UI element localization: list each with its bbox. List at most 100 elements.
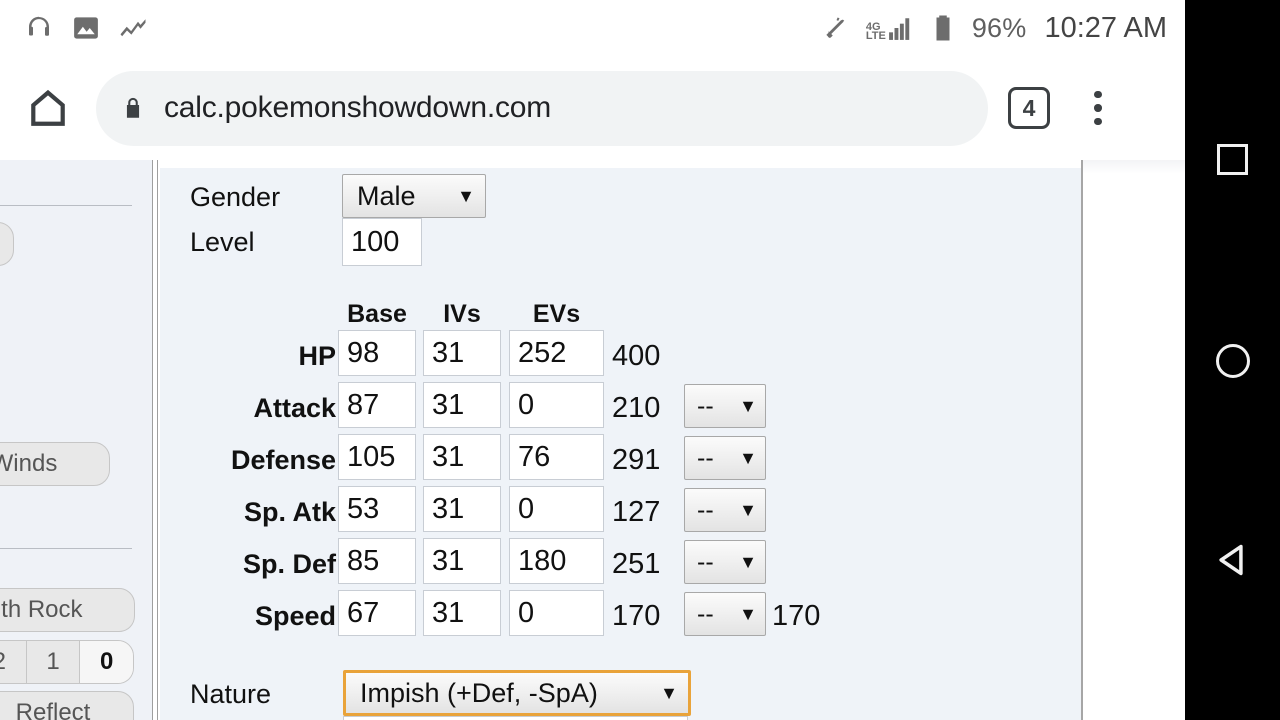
panel-scrollbar[interactable] — [152, 160, 158, 720]
stat-boost-speed-value: -- — [697, 599, 714, 628]
stat-label-speed: Speed — [254, 601, 336, 631]
circle-home-icon[interactable] — [1185, 313, 1280, 408]
pokemon-stats-panel: Type Steel Flying Gender Male ▼ Level 10… — [160, 160, 1081, 720]
signal-4g-lte-icon: 4G LTE — [865, 15, 914, 42]
sidebar-chip-stealth-rock[interactable]: alth Rock — [0, 588, 135, 632]
field-sidebar: Winds alth Rock 2 1 0 Reflect Protect ee… — [0, 160, 152, 720]
stat-ev-sp-def[interactable]: 180 — [509, 538, 604, 584]
stat-boost-speed[interactable]: -- ▼ — [684, 592, 766, 636]
nature-value: Impish (+Def, -SpA) — [360, 677, 598, 708]
stat-base-speed[interactable]: 67 — [338, 590, 416, 636]
stat-label-hp: HP — [298, 341, 336, 371]
stat-ev-speed-value: 0 — [518, 596, 535, 629]
stat-ev-defense-value: 76 — [518, 440, 551, 473]
phone-screen: 4G LTE 96% 10:27 AM calc.pokemonshowdown… — [0, 0, 1185, 720]
screens-option-0[interactable]: 0 — [79, 641, 133, 683]
home-icon[interactable] — [20, 80, 76, 136]
sidebar-chip-partial[interactable] — [0, 222, 14, 266]
stat-iv-attack[interactable]: 31 — [423, 382, 501, 428]
stat-ev-sp-atk-value: 0 — [518, 492, 535, 525]
stat-base-sp-atk[interactable]: 53 — [338, 486, 416, 532]
stat-iv-sp-def-value: 31 — [432, 544, 465, 577]
stat-ev-hp[interactable]: 252 — [509, 330, 604, 376]
stat-base-sp-def-value: 85 — [347, 544, 380, 577]
tab-counter-button[interactable]: 4 — [1008, 87, 1050, 129]
status-bar-right-icons: 4G LTE 96% 10:27 AM — [822, 12, 1185, 45]
level-row-label: Level — [190, 227, 255, 257]
sidebar-chip-tailwinds[interactable]: Winds — [0, 442, 110, 486]
stat-total-defense: 291 — [612, 444, 661, 476]
stat-ev-speed[interactable]: 0 — [509, 590, 604, 636]
chevron-down-icon: ▼ — [739, 499, 757, 520]
stat-final-speed: 170 — [772, 600, 821, 632]
trending-chart-icon — [118, 13, 148, 43]
sidebar-chip-reflect[interactable]: Reflect — [0, 691, 134, 720]
stat-iv-sp-def[interactable]: 31 — [423, 538, 501, 584]
stat-label-attack: Attack — [253, 393, 336, 423]
stat-ev-sp-atk[interactable]: 0 — [509, 486, 604, 532]
stat-base-hp[interactable]: 98 — [338, 330, 416, 376]
screens-option-1[interactable]: 1 — [25, 641, 80, 683]
sidebar-divider — [0, 548, 132, 549]
stat-total-sp-atk: 127 — [612, 496, 661, 528]
battery-percent-label: 96% — [971, 12, 1027, 43]
stats-header-evs: EVs — [532, 300, 581, 328]
stat-boost-defense[interactable]: -- ▼ — [684, 436, 766, 480]
stat-iv-speed-value: 31 — [432, 596, 465, 629]
nature-select[interactable]: Impish (+Def, -SpA) ▼ — [343, 670, 691, 716]
headphones-icon — [24, 13, 54, 43]
stat-base-defense-value: 105 — [347, 440, 396, 473]
chevron-down-icon: ▼ — [739, 395, 757, 416]
stat-boost-defense-value: -- — [697, 443, 714, 472]
stat-base-hp-value: 98 — [347, 336, 380, 369]
stat-iv-hp[interactable]: 31 — [423, 330, 501, 376]
stat-iv-speed[interactable]: 31 — [423, 590, 501, 636]
stat-base-defense[interactable]: 105 — [338, 434, 416, 480]
network-type-label: LTE — [865, 30, 886, 42]
below-nature-field-edge — [343, 716, 688, 720]
gender-select[interactable]: Male ▼ — [342, 174, 486, 218]
chevron-down-icon: ▼ — [660, 682, 678, 703]
level-input[interactable]: 100 — [342, 218, 422, 266]
search-input[interactable]: calc.pokemonshowdown.com — [96, 70, 988, 146]
chevron-down-icon: ▼ — [739, 603, 757, 624]
gender-row-label: Gender — [190, 182, 281, 212]
gender-value: Male — [357, 180, 416, 211]
stat-boost-sp-def[interactable]: -- ▼ — [684, 540, 766, 584]
stat-ev-defense[interactable]: 76 — [509, 434, 604, 480]
stat-boost-sp-atk[interactable]: -- ▼ — [684, 488, 766, 532]
level-value: 100 — [351, 225, 400, 258]
stat-base-sp-atk-value: 53 — [347, 492, 380, 525]
stat-total-hp: 400 — [612, 340, 661, 372]
stat-ev-attack-value: 0 — [518, 388, 535, 421]
stat-ev-attack[interactable]: 0 — [509, 382, 604, 428]
url-text: calc.pokemonshowdown.com — [164, 91, 552, 124]
battery-icon — [928, 13, 958, 43]
sidebar-screens-counter[interactable]: 2 1 0 — [0, 640, 134, 684]
stats-header-ivs: IVs — [443, 300, 481, 328]
clock-label: 10:27 AM — [1044, 11, 1167, 44]
stat-base-sp-def[interactable]: 85 — [338, 538, 416, 584]
screens-option-2[interactable]: 2 — [0, 641, 26, 683]
triangle-back-icon[interactable] — [1185, 512, 1280, 607]
stat-iv-defense[interactable]: 31 — [423, 434, 501, 480]
stat-iv-defense-value: 31 — [432, 440, 465, 473]
stat-ev-hp-value: 252 — [518, 336, 567, 369]
nature-row-label: Nature — [190, 679, 272, 709]
stat-iv-hp-value: 31 — [432, 336, 465, 369]
stat-ev-sp-def-value: 180 — [518, 544, 567, 577]
stat-label-sp-atk: Sp. Atk — [243, 497, 336, 527]
chevron-down-icon: ▼ — [457, 185, 475, 206]
stat-iv-attack-value: 31 — [432, 388, 465, 421]
more-vertical-icon[interactable] — [1074, 84, 1122, 132]
stat-boost-attack[interactable]: -- ▼ — [684, 384, 766, 428]
stat-iv-sp-atk-value: 31 — [432, 492, 465, 525]
stat-total-sp-def: 251 — [612, 548, 661, 580]
sidebar-divider — [0, 205, 132, 206]
stat-base-attack[interactable]: 87 — [338, 382, 416, 428]
square-recents-icon[interactable] — [1185, 112, 1280, 207]
stat-iv-sp-atk[interactable]: 31 — [423, 486, 501, 532]
tab-count-label: 4 — [1022, 94, 1036, 121]
image-icon — [71, 13, 101, 43]
stat-boost-attack-value: -- — [697, 391, 714, 420]
